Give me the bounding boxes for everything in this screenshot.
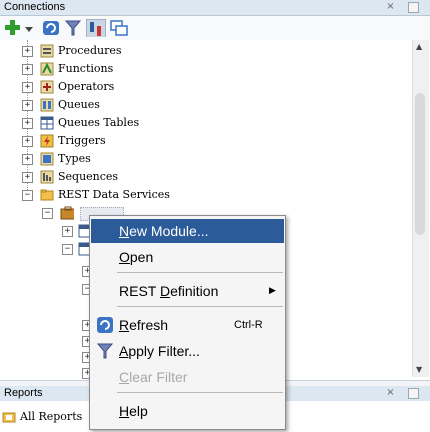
tree-scrollbar[interactable]: ▲ ▼ xyxy=(412,40,429,377)
scroll-up-icon[interactable]: ▲ xyxy=(416,42,422,51)
expand-icon[interactable]: + xyxy=(22,172,33,183)
submenu-arrow-icon: ▶ xyxy=(269,286,276,296)
minimize-icon[interactable] xyxy=(408,2,419,13)
menu-item-label: REST Definition xyxy=(119,283,219,299)
expand-icon[interactable]: + xyxy=(22,154,33,165)
tree-item-label: Queues xyxy=(58,98,100,111)
module-icon xyxy=(60,206,74,220)
tree-item-label: All Reports xyxy=(20,410,83,423)
mnemonic-letter: R xyxy=(119,317,130,333)
expand-icon[interactable]: + xyxy=(62,226,73,237)
menu-item-label: Refresh xyxy=(119,317,169,333)
tree-item-label: Procedures xyxy=(58,44,122,57)
tree-item-label: Sequences xyxy=(58,170,119,183)
mnemonic-letter: D xyxy=(159,283,171,299)
menu-item-new-module[interactable]: New Module... xyxy=(91,219,284,243)
menu-item-label: Apply Filter... xyxy=(119,343,200,359)
expand-icon[interactable]: + xyxy=(22,82,33,93)
menu-item-label: Clear Filter xyxy=(119,369,188,385)
menu-item-refresh[interactable]: Refresh Ctrl-R xyxy=(91,313,284,337)
mnemonic-letter: N xyxy=(119,223,130,239)
manage-connections-icon[interactable] xyxy=(110,19,128,37)
mnemonic-letter: C xyxy=(119,369,130,385)
type-icon xyxy=(40,152,54,166)
folder-icon xyxy=(40,189,54,201)
menu-item-apply-filter[interactable]: Apply Filter... xyxy=(91,339,284,363)
menu-item-label: Open xyxy=(119,249,154,265)
mnemonic-letter: H xyxy=(119,403,130,419)
tree-item-label: Types xyxy=(58,152,91,165)
tree-item-label: Triggers xyxy=(58,134,106,147)
mnemonic-letter: A xyxy=(119,343,129,359)
collapse-icon[interactable]: − xyxy=(62,244,73,255)
menu-item-open[interactable]: Open xyxy=(91,245,284,269)
sequence-icon xyxy=(40,170,54,184)
refresh-icon[interactable] xyxy=(42,19,60,37)
scrollbar-thumb[interactable] xyxy=(415,93,425,235)
expand-icon[interactable]: + xyxy=(22,46,33,57)
dropdown-arrow-icon[interactable] xyxy=(24,19,34,37)
connections-panel-header: Connections × xyxy=(0,0,430,16)
tree-item-label: Functions xyxy=(58,62,114,75)
expand-icon[interactable]: + xyxy=(22,136,33,147)
close-icon[interactable]: × xyxy=(385,387,396,398)
operator-icon xyxy=(40,80,54,94)
tree-item-label: Operators xyxy=(58,80,115,93)
queue-table-icon xyxy=(40,116,54,130)
menu-item-label: New Module... xyxy=(119,223,209,239)
connections-toolbar xyxy=(0,16,430,40)
menu-separator xyxy=(117,272,283,273)
reports-folder-icon xyxy=(2,412,16,423)
schema-browser-icon[interactable] xyxy=(86,19,106,37)
expand-icon[interactable]: + xyxy=(22,64,33,75)
mnemonic-letter: O xyxy=(119,249,130,265)
trigger-icon xyxy=(40,134,54,148)
menu-separator xyxy=(117,306,283,307)
filter-icon xyxy=(97,343,113,359)
close-icon[interactable]: × xyxy=(385,1,396,12)
menu-separator xyxy=(117,392,283,393)
connections-title: Connections xyxy=(4,1,66,13)
reports-title: Reports xyxy=(4,387,43,399)
tree-item-label: Queues Tables xyxy=(58,116,140,129)
scroll-down-icon[interactable]: ▼ xyxy=(416,365,422,374)
function-icon xyxy=(40,62,54,76)
collapse-icon[interactable]: − xyxy=(42,208,53,219)
collapse-icon[interactable]: − xyxy=(22,190,33,201)
menu-item-label: Help xyxy=(119,403,148,419)
menu-item-shortcut: Ctrl-R xyxy=(234,319,263,331)
queue-icon xyxy=(40,98,54,112)
minimize-icon[interactable] xyxy=(408,388,419,399)
menu-item-clear-filter: Clear Filter xyxy=(91,365,284,389)
expand-icon[interactable]: + xyxy=(22,118,33,129)
new-connection-icon[interactable] xyxy=(4,19,22,37)
refresh-icon xyxy=(97,317,113,333)
tree-item-label: REST Data Services xyxy=(58,188,170,201)
expand-icon[interactable]: + xyxy=(22,100,33,111)
procedure-icon xyxy=(40,44,54,58)
context-menu: New Module... Open REST Definition ▶ Ref… xyxy=(89,215,286,430)
menu-item-help[interactable]: Help xyxy=(91,399,284,423)
menu-item-rest-definition[interactable]: REST Definition ▶ xyxy=(91,279,284,303)
filter-icon[interactable] xyxy=(64,19,82,37)
